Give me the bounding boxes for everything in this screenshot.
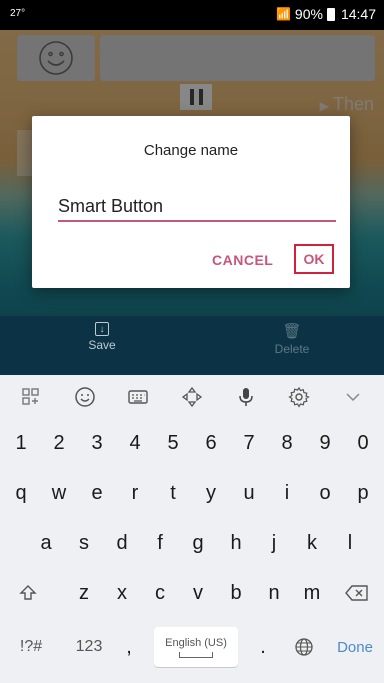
- key[interactable]: 0: [344, 425, 382, 461]
- key[interactable]: c: [141, 575, 179, 611]
- key[interactable]: a: [27, 525, 65, 561]
- key[interactable]: p: [344, 475, 382, 511]
- dialog-title: Change name: [143, 142, 239, 159]
- battery-percent: 90%: [294, 6, 323, 22]
- name-input[interactable]: [58, 192, 336, 222]
- temperature-indicator: 27°: [10, 8, 26, 19]
- save-button[interactable]: ↓ Save: [72, 322, 132, 352]
- key[interactable]: 9: [306, 425, 344, 461]
- key[interactable]: 2: [40, 425, 78, 461]
- key[interactable]: r: [116, 475, 154, 511]
- comma-key[interactable]: ,: [114, 625, 144, 669]
- cursor-move-icon[interactable]: [174, 379, 210, 415]
- shift-key[interactable]: [8, 575, 48, 611]
- save-label: Save: [88, 338, 116, 352]
- delete-button[interactable]: 🗑 Delete: [262, 322, 322, 356]
- key[interactable]: 1: [2, 425, 40, 461]
- battery-icon: [326, 7, 335, 21]
- key[interactable]: o: [306, 475, 344, 511]
- trash-icon: 🗑: [282, 323, 302, 340]
- number-row: 1 2 3 4 5 6 7 8 9 0: [0, 425, 384, 461]
- wifi-icon: 📶: [275, 7, 291, 21]
- period-key[interactable]: .: [248, 625, 278, 669]
- key[interactable]: 5: [154, 425, 192, 461]
- space-language-label: English (US): [165, 636, 227, 649]
- space-icon: [179, 651, 213, 658]
- delete-label: Delete: [274, 342, 310, 356]
- ok-button[interactable]: OK: [294, 244, 334, 274]
- key[interactable]: 7: [230, 425, 268, 461]
- key[interactable]: 8: [268, 425, 306, 461]
- settings-icon[interactable]: [281, 379, 317, 415]
- numbers-key[interactable]: 123: [66, 625, 112, 669]
- key[interactable]: x: [103, 575, 141, 611]
- bottom-row: !?# 123 , English (US) . Done: [0, 625, 384, 669]
- key[interactable]: 4: [116, 425, 154, 461]
- key[interactable]: g: [179, 525, 217, 561]
- soft-keyboard: 1 2 3 4 5 6 7 8 9 0 q w e r t y u i o p …: [0, 375, 384, 683]
- space-key[interactable]: English (US): [154, 627, 238, 667]
- keyboard-toolbar: [0, 375, 384, 419]
- key[interactable]: y: [192, 475, 230, 511]
- emoji-icon[interactable]: [67, 379, 103, 415]
- keyboard-icon[interactable]: [120, 379, 156, 415]
- key[interactable]: j: [255, 525, 293, 561]
- key[interactable]: 6: [192, 425, 230, 461]
- key[interactable]: e: [78, 475, 116, 511]
- key[interactable]: q: [2, 475, 40, 511]
- letter-row-2: a s d f g h j k l: [0, 525, 384, 561]
- key[interactable]: i: [268, 475, 306, 511]
- shift-icon: [19, 585, 37, 600]
- letter-row-1: q w e r t y u i o p: [0, 475, 384, 511]
- status-indicators: 📶 90% 14:47: [276, 6, 376, 22]
- key[interactable]: f: [141, 525, 179, 561]
- clock: 14:47: [340, 6, 376, 22]
- backspace-key[interactable]: [336, 575, 378, 611]
- letter-row-3: z x c v b n m: [0, 575, 384, 611]
- backspace-icon: [345, 585, 368, 601]
- key[interactable]: u: [230, 475, 268, 511]
- key[interactable]: t: [154, 475, 192, 511]
- key[interactable]: k: [293, 525, 331, 561]
- save-icon: ↓: [95, 322, 109, 336]
- chevron-down-icon[interactable]: [335, 379, 371, 415]
- key[interactable]: m: [293, 575, 331, 611]
- key[interactable]: z: [65, 575, 103, 611]
- action-bar: ↓ Save 🗑 Delete: [0, 316, 384, 375]
- key[interactable]: l: [331, 525, 369, 561]
- key[interactable]: v: [179, 575, 217, 611]
- cancel-button[interactable]: CANCEL: [208, 248, 277, 272]
- globe-icon: [295, 638, 313, 656]
- key[interactable]: n: [255, 575, 293, 611]
- status-bar: 27° 📶 90% 14:47: [0, 0, 384, 30]
- change-name-dialog: Change name CANCEL OK: [32, 116, 350, 288]
- key[interactable]: s: [65, 525, 103, 561]
- language-key[interactable]: [284, 625, 324, 669]
- grid-icon[interactable]: [13, 379, 49, 415]
- key[interactable]: b: [217, 575, 255, 611]
- key[interactable]: w: [40, 475, 78, 511]
- key[interactable]: h: [217, 525, 255, 561]
- key[interactable]: d: [103, 525, 141, 561]
- key[interactable]: 3: [78, 425, 116, 461]
- done-key[interactable]: Done: [330, 625, 380, 669]
- microphone-icon[interactable]: [228, 379, 264, 415]
- symbols-key[interactable]: !?#: [8, 625, 54, 669]
